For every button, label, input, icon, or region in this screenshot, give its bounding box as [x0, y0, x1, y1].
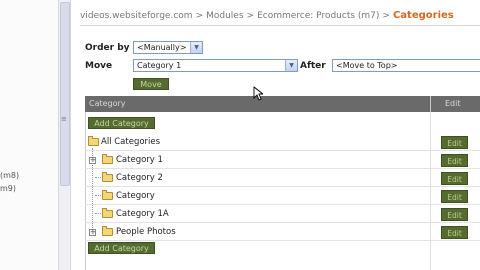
- move-button[interactable]: Move: [133, 78, 169, 90]
- breadcrumb-link-modules[interactable]: Modules: [206, 11, 243, 21]
- folder-icon: [102, 190, 113, 200]
- table-row[interactable]: + Category 1: [85, 152, 480, 169]
- left-panel: (m8) m9): [0, 0, 58, 270]
- breadcrumb-divider: [80, 25, 480, 26]
- edit-button[interactable]: Edit: [441, 154, 468, 167]
- cms-window: (m8) m9) ≡ videos.websiteforge.com > Modul…: [0, 0, 480, 270]
- table-row[interactable]: All Categories: [85, 134, 480, 151]
- order-by-select[interactable]: <Manually> ▼: [133, 41, 203, 54]
- category-name[interactable]: All Categories: [101, 137, 160, 147]
- breadcrumb-separator: >: [195, 11, 204, 21]
- table-row[interactable]: Category 1A: [85, 206, 480, 223]
- add-category-button-top[interactable]: Add Category: [88, 117, 155, 129]
- row-divider: [85, 168, 480, 169]
- row-divider: [85, 204, 480, 205]
- move-after-value: <Move to Top>: [336, 61, 398, 70]
- folder-icon: [102, 154, 113, 164]
- row-divider: [85, 150, 480, 151]
- row-divider: [85, 222, 480, 223]
- edit-button[interactable]: Edit: [441, 226, 468, 239]
- edit-button[interactable]: Edit: [441, 208, 468, 221]
- order-by-label: Order by: [85, 43, 130, 53]
- scrollbar-thumb[interactable]: [60, 2, 70, 186]
- row-divider: [85, 240, 480, 241]
- move-label: Move: [85, 61, 113, 71]
- mouse-cursor-icon: [253, 86, 263, 101]
- table-row[interactable]: Category 2: [85, 170, 480, 187]
- chevron-down-icon: ▼: [190, 42, 202, 53]
- move-after-select[interactable]: <Move to Top>: [332, 59, 480, 72]
- category-name[interactable]: Category 1: [116, 155, 163, 165]
- column-header-edit: Edit: [445, 99, 461, 108]
- table-row[interactable]: + People Photos: [85, 224, 480, 241]
- breadcrumb-separator: >: [246, 11, 255, 21]
- edit-button[interactable]: Edit: [441, 136, 468, 149]
- breadcrumb: videos.websiteforge.com > Modules > Ecommerc…: [80, 10, 454, 21]
- edit-button[interactable]: Edit: [441, 190, 468, 203]
- column-divider: [430, 96, 431, 112]
- folder-icon: [88, 136, 99, 146]
- row-divider: [85, 186, 480, 187]
- move-category-value: Category 1: [137, 61, 182, 70]
- breadcrumb-separator: >: [382, 11, 390, 21]
- edit-button[interactable]: Edit: [441, 172, 468, 185]
- category-name[interactable]: Category 2: [116, 173, 163, 183]
- grip-icon: ≡: [61, 115, 67, 123]
- add-category-button-bottom[interactable]: Add Category: [88, 242, 155, 254]
- folder-icon: [102, 172, 113, 182]
- table-row[interactable]: Category: [85, 188, 480, 205]
- folder-icon: [102, 226, 113, 236]
- breadcrumb-link-products[interactable]: Ecommerce: Products (m7): [257, 11, 379, 21]
- expand-plus-icon[interactable]: +: [89, 229, 96, 236]
- chevron-down-icon: ▼: [285, 60, 297, 71]
- category-name[interactable]: People Photos: [116, 227, 176, 237]
- left-panel-text: (m8): [0, 171, 20, 180]
- table-header: Category Edit: [85, 96, 480, 112]
- breadcrumb-current: Categories: [392, 10, 454, 21]
- after-label: After: [300, 61, 326, 71]
- expand-plus-icon[interactable]: +: [89, 157, 96, 164]
- order-by-value: <Manually>: [137, 43, 187, 52]
- breadcrumb-link-site[interactable]: videos.websiteforge.com: [80, 11, 193, 21]
- move-category-select[interactable]: Category 1 ▼: [133, 59, 298, 72]
- category-name[interactable]: Category: [116, 191, 155, 201]
- vertical-scrollbar[interactable]: ≡: [58, 0, 71, 270]
- left-panel-text: m9): [0, 184, 17, 193]
- column-header-category[interactable]: Category: [89, 99, 126, 108]
- folder-icon: [102, 208, 113, 218]
- category-name[interactable]: Category 1A: [116, 209, 169, 219]
